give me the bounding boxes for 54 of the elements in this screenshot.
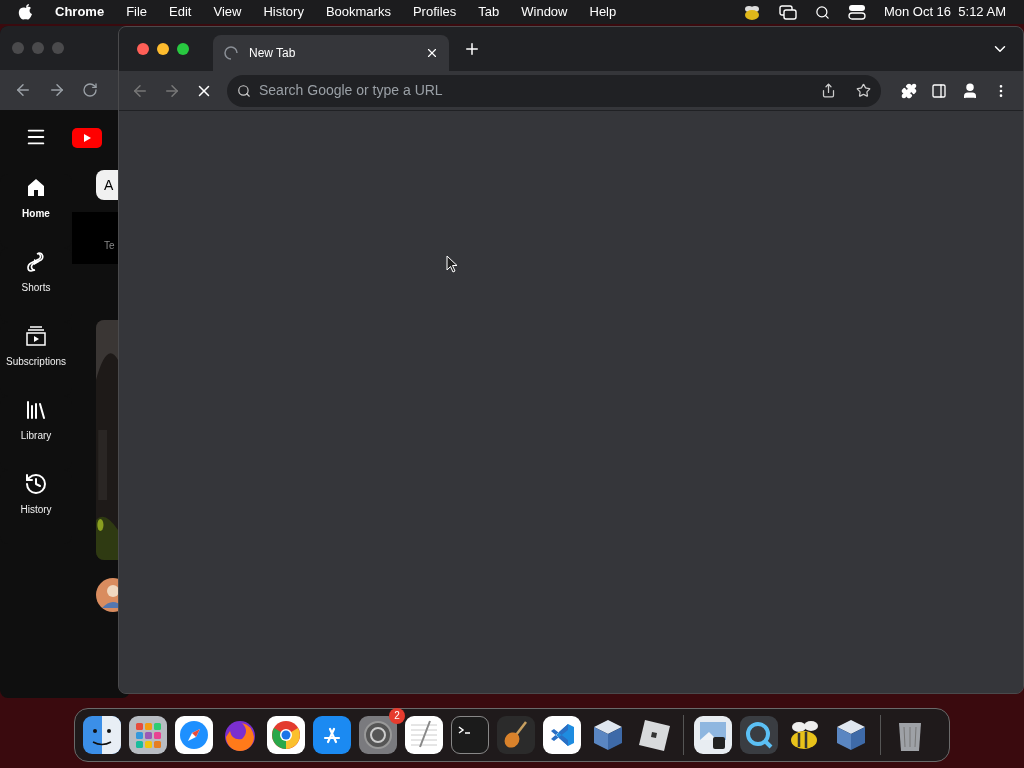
library-icon bbox=[24, 398, 48, 422]
menu-item[interactable]: Profiles bbox=[412, 2, 457, 22]
menu-item[interactable]: Help bbox=[589, 2, 617, 22]
guitar-icon[interactable] bbox=[497, 716, 535, 754]
close-tab-icon[interactable] bbox=[425, 46, 439, 60]
reload-icon[interactable] bbox=[82, 82, 98, 98]
letter-a-icon[interactable] bbox=[313, 716, 351, 754]
menu-item[interactable]: Edit bbox=[169, 2, 192, 22]
play-logo-icon bbox=[72, 128, 102, 148]
apple-icon[interactable] bbox=[18, 3, 33, 21]
app-name-menu[interactable]: Chrome bbox=[55, 2, 105, 22]
windows-icon[interactable] bbox=[778, 4, 797, 20]
grid-icon[interactable] bbox=[129, 716, 167, 754]
tab-title: New Tab bbox=[249, 45, 297, 62]
ribbon-icon[interactable] bbox=[543, 716, 581, 754]
filter-chip[interactable]: A bbox=[96, 170, 118, 200]
history-icon bbox=[24, 472, 48, 496]
menu-item[interactable]: File bbox=[126, 2, 148, 22]
address-field[interactable]: Search Google or type a URL bbox=[259, 80, 813, 101]
channel-label: Te bbox=[104, 239, 115, 253]
terminal-icon[interactable] bbox=[451, 716, 489, 754]
forward-icon[interactable] bbox=[48, 81, 66, 99]
menu-item[interactable]: Window bbox=[521, 2, 568, 22]
loading-spinner-icon bbox=[223, 45, 239, 61]
new-tab-icon[interactable] bbox=[463, 40, 481, 58]
toggles-icon[interactable] bbox=[847, 4, 866, 20]
menu-bar-clock[interactable]: Mon Oct 16 5:12 AM bbox=[883, 2, 1006, 22]
browser-tab[interactable]: New Tab bbox=[213, 35, 449, 71]
menu-item[interactable]: History bbox=[263, 2, 304, 22]
notification-badge: 2 bbox=[389, 708, 405, 724]
mouse-pointer-icon bbox=[446, 255, 458, 273]
photo-icon[interactable] bbox=[694, 716, 732, 754]
search-icon bbox=[237, 83, 251, 98]
profile-icon[interactable] bbox=[961, 81, 979, 100]
minimize-window-button[interactable] bbox=[157, 43, 169, 55]
extensions-icon[interactable] bbox=[901, 82, 917, 99]
search-icon[interactable] bbox=[814, 4, 830, 20]
menu-item[interactable]: Bookmarks bbox=[325, 2, 391, 22]
side-panel-icon[interactable] bbox=[931, 82, 947, 99]
subscriptions-icon bbox=[24, 324, 48, 348]
face-icon[interactable] bbox=[83, 716, 121, 754]
q-magnifier-icon[interactable] bbox=[740, 716, 778, 754]
zoom-window-button[interactable] bbox=[177, 43, 189, 55]
share-icon[interactable] bbox=[821, 83, 836, 98]
menu-item[interactable]: Tab bbox=[478, 2, 500, 22]
close-window-button[interactable] bbox=[137, 43, 149, 55]
address-bar[interactable]: Search Google or type a URL bbox=[227, 74, 881, 107]
back-icon[interactable] bbox=[14, 81, 32, 99]
bee-icon[interactable] bbox=[742, 4, 761, 20]
menu-item[interactable]: View bbox=[213, 2, 242, 22]
bookmark-star-icon[interactable] bbox=[856, 83, 871, 98]
notepad-icon[interactable] bbox=[405, 716, 443, 754]
circle-logo-icon[interactable] bbox=[267, 716, 305, 754]
compass-icon[interactable] bbox=[175, 716, 213, 754]
